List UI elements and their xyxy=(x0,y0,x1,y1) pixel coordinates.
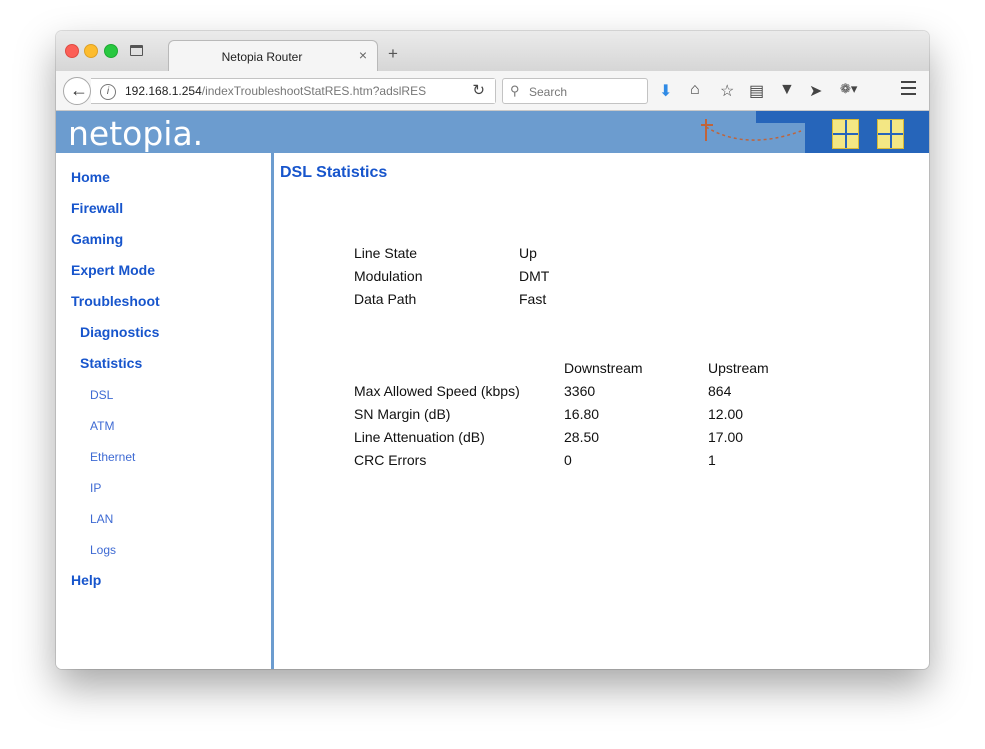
stat-label: CRC Errors xyxy=(354,452,427,468)
stat-upstream: 864 xyxy=(708,383,732,399)
bookmark-star-icon[interactable]: ☆ xyxy=(720,81,734,101)
new-tab-button[interactable]: + xyxy=(388,44,398,64)
search-icon: ⚲ xyxy=(510,83,520,98)
url-path: /indexTroubleshootStatRES.htm?adslRES xyxy=(201,84,427,98)
stat-label: SN Margin (dB) xyxy=(354,406,451,422)
tab-view-icon[interactable] xyxy=(130,45,143,56)
status-label: Modulation xyxy=(354,268,423,284)
stat-label: Line Attenuation (dB) xyxy=(354,429,485,445)
url-reload-area: ↻ xyxy=(455,79,495,103)
sidebar-item-gaming[interactable]: Gaming xyxy=(71,231,123,247)
reading-list-icon[interactable]: ▤ xyxy=(749,81,764,101)
back-button[interactable]: ← xyxy=(63,77,91,105)
download-icon[interactable]: ⬇ xyxy=(659,81,672,101)
sidebar-item-logs[interactable]: Logs xyxy=(90,543,116,557)
tab-close-icon[interactable]: × xyxy=(359,47,367,63)
navigation-toolbar: ← i 192.168.1.254/indexTroubleshootStatR… xyxy=(56,71,929,111)
close-window-button[interactable] xyxy=(65,44,79,58)
sidebar-item-atm[interactable]: ATM xyxy=(90,419,114,433)
stat-downstream: 3360 xyxy=(564,383,596,399)
minimize-window-button[interactable] xyxy=(84,44,98,58)
sidebar-item-diagnostics[interactable]: Diagnostics xyxy=(80,324,159,340)
stat-upstream: 17.00 xyxy=(708,429,744,445)
send-tab-icon[interactable]: ➤ xyxy=(809,81,822,101)
house-graphic xyxy=(805,111,929,153)
sidebar-item-help[interactable]: Help xyxy=(71,572,101,588)
stat-upstream: 1 xyxy=(708,452,716,468)
home-icon[interactable]: ⌂ xyxy=(690,81,700,99)
back-arrow-icon: ← xyxy=(70,80,88,100)
sidebar-item-ip[interactable]: IP xyxy=(90,481,101,495)
column-header-upstream: Upstream xyxy=(708,360,769,376)
url-text: 192.168.1.254/indexTroubleshootStatRES.h… xyxy=(125,84,426,98)
sidebar-item-dsl[interactable]: DSL xyxy=(90,388,113,402)
extension-icon[interactable]: ❁▾ xyxy=(840,81,857,97)
sidebar-item-lan[interactable]: LAN xyxy=(90,512,113,526)
stat-downstream: 0 xyxy=(564,452,572,468)
pocket-icon[interactable]: ▼ xyxy=(779,81,795,99)
tab-title: Netopia Router xyxy=(221,50,303,64)
stat-downstream: 16.80 xyxy=(564,406,600,422)
sidebar-item-home[interactable]: Home xyxy=(71,169,110,185)
lit-window-icon xyxy=(877,119,904,149)
status-label: Data Path xyxy=(354,291,417,307)
lit-window-icon xyxy=(832,119,859,149)
tab-netopia-router[interactable]: Netopia Router × xyxy=(168,40,378,71)
zoom-window-button[interactable] xyxy=(104,44,118,58)
info-icon[interactable]: i xyxy=(100,84,116,100)
house-roof xyxy=(756,111,806,123)
search-box[interactable]: ⚲ Search xyxy=(502,78,648,104)
browser-window: Netopia Router × + ← i 192.168.1.254/ind… xyxy=(56,31,929,669)
sidebar-item-expert-mode[interactable]: Expert Mode xyxy=(71,262,155,278)
status-value: Up xyxy=(519,245,537,261)
menu-icon[interactable] xyxy=(901,81,916,99)
search-placeholder: Search xyxy=(529,85,568,99)
reload-icon[interactable]: ↻ xyxy=(472,81,485,99)
sidebar-item-statistics[interactable]: Statistics xyxy=(80,355,142,371)
title-bar: Netopia Router × + xyxy=(56,31,929,71)
stat-downstream: 28.50 xyxy=(564,429,600,445)
url-bar[interactable]: i 192.168.1.254/indexTroubleshootStatRES… xyxy=(91,78,496,104)
url-host: 192.168.1.254 xyxy=(125,84,202,98)
status-value: DMT xyxy=(519,268,550,284)
status-value: Fast xyxy=(519,291,547,307)
stat-label: Max Allowed Speed (kbps) xyxy=(354,383,520,399)
column-header-downstream: Downstream xyxy=(564,360,643,376)
page-title: DSL Statistics xyxy=(280,164,388,181)
sidebar-item-ethernet[interactable]: Ethernet xyxy=(90,450,135,464)
stat-upstream: 12.00 xyxy=(708,406,744,422)
sidebar-item-troubleshoot[interactable]: Troubleshoot xyxy=(71,293,160,309)
main-content: DSL Statistics Line State Up Modulation … xyxy=(274,153,929,669)
sidebar-item-firewall[interactable]: Firewall xyxy=(71,200,123,216)
netopia-logo: netopia. xyxy=(68,114,204,153)
status-label: Line State xyxy=(354,245,418,261)
netopia-banner: netopia. xyxy=(56,111,929,153)
sidebar-nav: Home Firewall Gaming Expert Mode Trouble… xyxy=(56,153,274,669)
